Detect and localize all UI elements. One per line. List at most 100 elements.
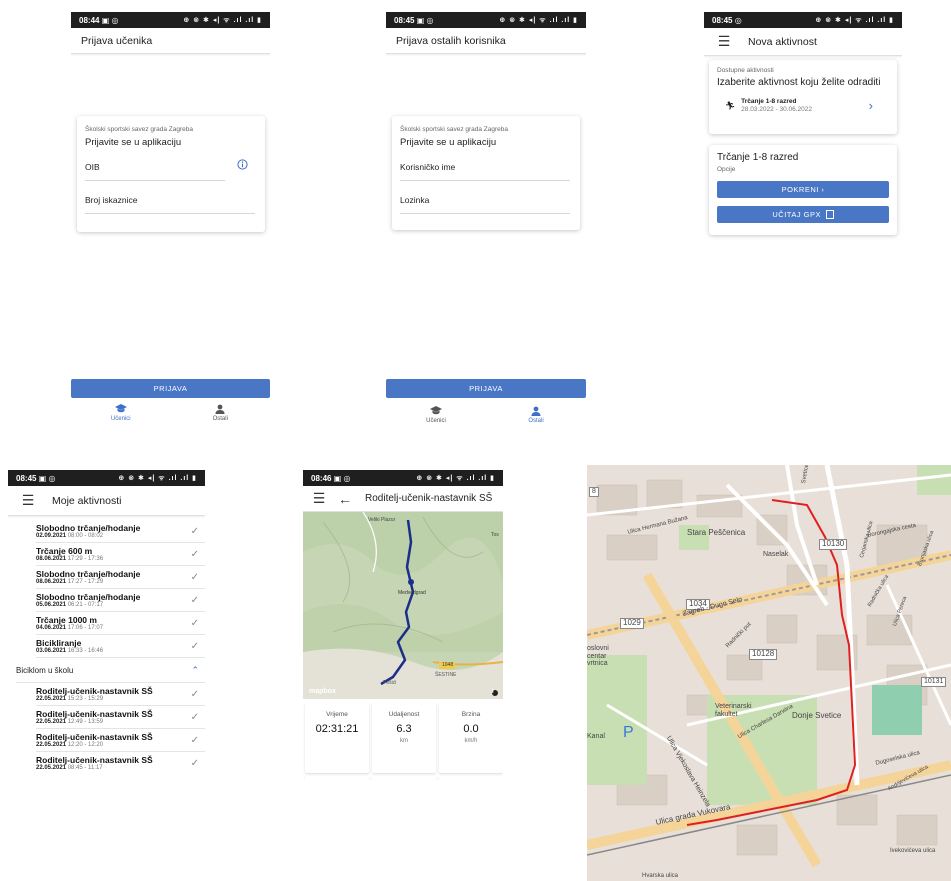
login-button[interactable]: PRIJAVA bbox=[386, 379, 586, 398]
activity-text: Roditelj-učenik-nastavnik SŠ 22.05.2021 0… bbox=[36, 755, 153, 770]
available-heading: Izaberite aktivnost koju želite odraditi bbox=[717, 77, 881, 88]
screen-student-login: 08:44 ▣ ◎ ⊕ ⊗ ✱ ◂| ᯤ .ıl .ıl ▮ Prijava u… bbox=[71, 12, 270, 432]
activity-date: 22.05.2021 12:49 - 13:59 bbox=[36, 719, 153, 725]
organization-label: Školski sportski savez grada Zagreba bbox=[400, 126, 509, 133]
app-bar: Prijava ostalih korisnika bbox=[386, 28, 586, 54]
activity-name: Roditelj-učenik-nastavnik SŠ bbox=[36, 686, 153, 696]
activity-list-item[interactable]: Roditelj-učenik-nastavnik SŠ 22.05.2021 1… bbox=[36, 706, 205, 729]
activity-item[interactable]: 🏃︎ Trčanje 1-8 razred 28.03.2022 - 30.06… bbox=[717, 98, 889, 113]
stat-label: Brzina bbox=[461, 711, 481, 718]
activity-text: Roditelj-učenik-nastavnik SŠ 22.05.2021 1… bbox=[36, 732, 153, 748]
nav-others[interactable]: Ostali bbox=[190, 404, 250, 422]
activity-date: 08.06.2021 17:27 - 17:29 bbox=[36, 579, 140, 585]
checkmark-icon: ✓ bbox=[190, 548, 199, 560]
page-title: Roditelj-učenik-nastavnik SŠ bbox=[365, 493, 493, 504]
activity-list-item[interactable]: Slobodno trčanje/hodanje 08.06.2021 17:27… bbox=[36, 566, 205, 589]
chevron-up-icon[interactable]: ⌃ bbox=[191, 665, 199, 676]
activity-list-item[interactable]: Trčanje 600 m 08.06.2021 17:29 - 17:36 ✓ bbox=[36, 543, 205, 566]
chevron-right-icon[interactable]: › bbox=[869, 98, 873, 113]
stat-tempo: Tempo15:02min/km bbox=[305, 776, 369, 780]
nav-students[interactable]: Učenici bbox=[406, 406, 466, 424]
menu-icon[interactable]: ☰ bbox=[714, 32, 734, 52]
app-bar: ☰ Moje aktivnosti bbox=[8, 486, 205, 516]
map-label-stara-pescenica: Stara Peščenica bbox=[687, 528, 746, 537]
map-label-veterinarski: Veterinarski fakultet bbox=[715, 703, 752, 718]
activity-date-time: 17:29 - 17:36 bbox=[67, 556, 104, 562]
activity-date-day: 05.06.2021 bbox=[36, 602, 67, 608]
map-label-n10130: 10130 bbox=[819, 539, 848, 550]
activity-date-time: 17:27 - 17:29 bbox=[67, 579, 104, 585]
stat-unit: km/h bbox=[464, 738, 478, 744]
app-bar: Prijava učenika bbox=[71, 28, 270, 54]
activity-date-time: 15:23 - 15:29 bbox=[67, 696, 104, 702]
activity-date-day: 04.06.2021 bbox=[36, 625, 67, 631]
page-title: Prijava ostalih korisnika bbox=[396, 34, 506, 47]
activity-date-day: 08.06.2021 bbox=[36, 556, 67, 562]
load-gpx-button[interactable]: UČITAJ GPX bbox=[717, 206, 889, 223]
map-label-donje-svetice: Donje Svetice bbox=[792, 711, 842, 720]
screen-my-activities: 08:45 ▣ ◎ ⊕ ⊗ ✱ ◂| ᯤ .ıl .ıl ▮ ☰ Moje ak… bbox=[8, 470, 205, 770]
available-activities-card: Dostupne aktivnosti Izaberite aktivnost … bbox=[709, 60, 897, 134]
status-time: 08:45 bbox=[394, 15, 415, 25]
status-time: 08:44 bbox=[79, 15, 100, 25]
oib-placeholder: OIB bbox=[85, 162, 100, 172]
start-button[interactable]: POKRENI › bbox=[717, 181, 889, 198]
status-bar: 08:45 ▣ ◎ ⊕ ⊗ ✱ ◂| ᯤ .ıl .ıl ▮ bbox=[8, 470, 205, 486]
activity-date-day: 02.09.2021 bbox=[36, 533, 67, 539]
stat-uspon: Uspon0.0m bbox=[372, 776, 436, 780]
card-number-placeholder: Broj iskaznice bbox=[85, 195, 138, 205]
activity-list-item[interactable]: Roditelj-učenik-nastavnik SŠ 22.05.2021 0… bbox=[36, 752, 205, 770]
activity-list-item[interactable]: Slobodno trčanje/hodanje 02.09.2021 08:00… bbox=[36, 520, 205, 543]
screen-new-activity: 08:45 ◎ ⊕ ⊗ ✱ ◂| ᯤ .ıl .ıl ▮ ☰ Nova akti… bbox=[704, 12, 902, 242]
activity-date: 03.06.2021 16:33 - 16:46 bbox=[36, 648, 103, 654]
map-label-tos: Tos bbox=[491, 532, 499, 538]
activity-list-item[interactable]: Trčanje 1000 m 04.06.2021 17:06 - 17:07 ✓ bbox=[36, 612, 205, 635]
back-arrow-icon[interactable]: ← bbox=[335, 489, 355, 509]
selected-activity-title: Trčanje 1-8 razred bbox=[717, 152, 799, 163]
graduation-cap-icon bbox=[114, 404, 127, 413]
status-indicators: ⊕ ⊗ ✱ ◂| ᯤ .ıl .ıl ▮ bbox=[118, 474, 197, 482]
info-icon[interactable] bbox=[237, 157, 248, 175]
menu-icon[interactable]: ☰ bbox=[309, 489, 329, 509]
menu-icon[interactable]: ☰ bbox=[18, 491, 38, 511]
card-number-field[interactable]: Broj iskaznice bbox=[85, 181, 255, 214]
nav-others[interactable]: Ostali bbox=[506, 406, 566, 424]
activity-list-item[interactable]: Roditelj-učenik-nastavnik SŠ 22.05.2021 1… bbox=[36, 729, 205, 752]
start-button-label: POKRENI bbox=[781, 185, 819, 194]
status-icons: ◎ bbox=[734, 15, 742, 25]
status-bar: 08:44 ▣ ◎ ⊕ ⊗ ✱ ◂| ᯤ .ıl .ıl ▮ bbox=[71, 12, 270, 28]
activity-name: Slobodno trčanje/hodanje bbox=[36, 592, 141, 602]
chevron-right-icon: › bbox=[821, 185, 825, 194]
status-time: 08:46 bbox=[311, 473, 332, 483]
person-icon bbox=[531, 406, 541, 416]
info-icon[interactable]: i bbox=[492, 689, 494, 695]
bottom-navigation: Učenici Ostali bbox=[71, 404, 270, 422]
activity-list: Slobodno trčanje/hodanje 02.09.2021 08:00… bbox=[8, 516, 205, 770]
app-bar: ☰ ← Roditelj-učenik-nastavnik SŠ bbox=[303, 486, 503, 512]
nav-students[interactable]: Učenici bbox=[91, 404, 151, 422]
login-button-label: PRIJAVA bbox=[469, 384, 503, 393]
activity-list-item[interactable]: Bicikliranje 03.06.2021 16:33 - 16:46 ✓ bbox=[36, 635, 205, 658]
screen-activity-detail: 08:46 ▣ ◎ ⊕ ⊗ ✱ ◂| ᯤ .ıl .ıl ▮ ☰ ← Rodit… bbox=[303, 470, 503, 780]
checkmark-icon: ✓ bbox=[190, 617, 199, 629]
svg-text:P: P bbox=[623, 724, 634, 741]
activity-list-item[interactable]: Slobodno trčanje/hodanje 05.06.2021 06:21… bbox=[36, 589, 205, 612]
login-card: Školski sportski savez grada Zagreba Pri… bbox=[392, 116, 580, 230]
username-field[interactable]: Korisničko ime bbox=[400, 148, 570, 181]
activity-list-item[interactable]: Roditelj-učenik-nastavnik SŠ 22.05.2021 1… bbox=[36, 683, 205, 706]
password-field[interactable]: Lozinka bbox=[400, 181, 570, 214]
card-heading: Prijavite se u aplikaciju bbox=[85, 137, 182, 148]
group-header[interactable]: Biciklom u školu ⌃ bbox=[16, 658, 205, 683]
activity-date-time: 12:20 - 12:20 bbox=[67, 742, 104, 748]
login-button[interactable]: PRIJAVA bbox=[71, 379, 270, 398]
map-terrain bbox=[303, 512, 503, 699]
route-map-detail[interactable]: P 8 Stara Peščenica Ulica Hermana Bužana Na… bbox=[587, 465, 951, 881]
activity-date: 02.09.2021 08:00 - 08:02 bbox=[36, 533, 140, 539]
checkmark-icon: ✓ bbox=[190, 525, 199, 537]
nav-others-label: Ostali bbox=[212, 416, 228, 422]
activity-date-time: 12:49 - 13:59 bbox=[67, 719, 104, 725]
route-map[interactable]: Veliki Plazur Tos Medvedgrad 1048 ŠESTIN… bbox=[303, 512, 503, 699]
login-button-label: PRIJAVA bbox=[153, 384, 188, 393]
oib-field[interactable]: OIB bbox=[85, 148, 225, 181]
stat-brzina: Brzina 0.0 km/h bbox=[439, 703, 503, 773]
